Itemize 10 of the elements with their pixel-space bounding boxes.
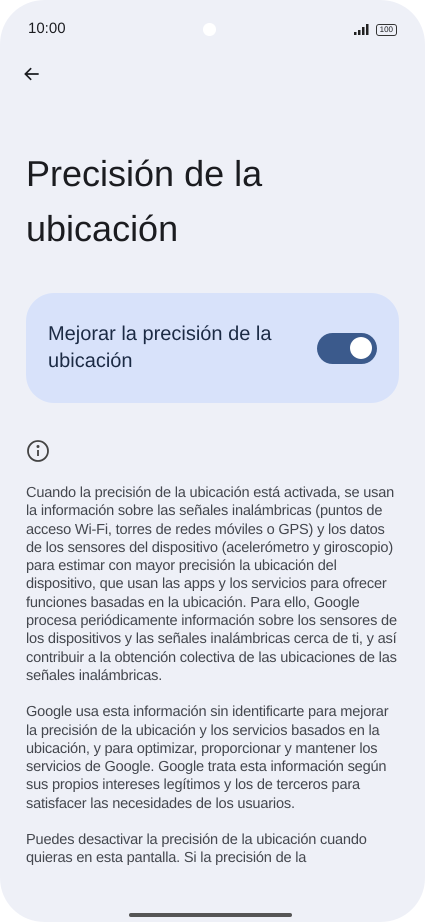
description-paragraph: Puedes desactivar la precisión de la ubicación cuando quieras en esta pantalla. Si la precisión de la (26, 831, 368, 868)
status-time: 10:00 (28, 19, 66, 40)
battery-indicator: 100 (376, 24, 397, 36)
toggle-switch[interactable] (317, 332, 377, 364)
page-title: Precisión de la ubicación (25, 152, 264, 251)
description-paragraph: Google usa esta información sin identificarte para mejorar la precisión de la ubicación y los servicios basados en la ubicación, y para optimizar, proporcionar y mantener los servicios de Google. Google trata esta información según sus propios intereses legítimos y los de terceros para satisfacer las necesidades de los usuarios. (26, 703, 390, 814)
description-paragraph: Cuando la precisión de la ubicación está activada, se usan la información sobre las señales inalámbricas (puntos de acceso Wi-Fi, torres de redes móviles o GPS) y los datos de los sensores del dispositivo (acelerómetro y giroscopio) para estimar con mayor precisión la ubicación del dispositivo, que usan las apps y los servicios para ofrecer funciones basadas en la ubicación. Para ello, Google procesa periódicamente información sobre los sensores de los dispositivos y las señales inalámbricas cerca de ti, y así contribuir a la obtención colectiva de las ubicaciones de las señales inalámbricas. (26, 484, 397, 686)
setting-label: Mejorar la precisión de la ubicación (48, 322, 272, 374)
info-icon (26, 439, 50, 463)
setting-card[interactable]: Mejorar la precisión de la ubicación (26, 293, 399, 403)
